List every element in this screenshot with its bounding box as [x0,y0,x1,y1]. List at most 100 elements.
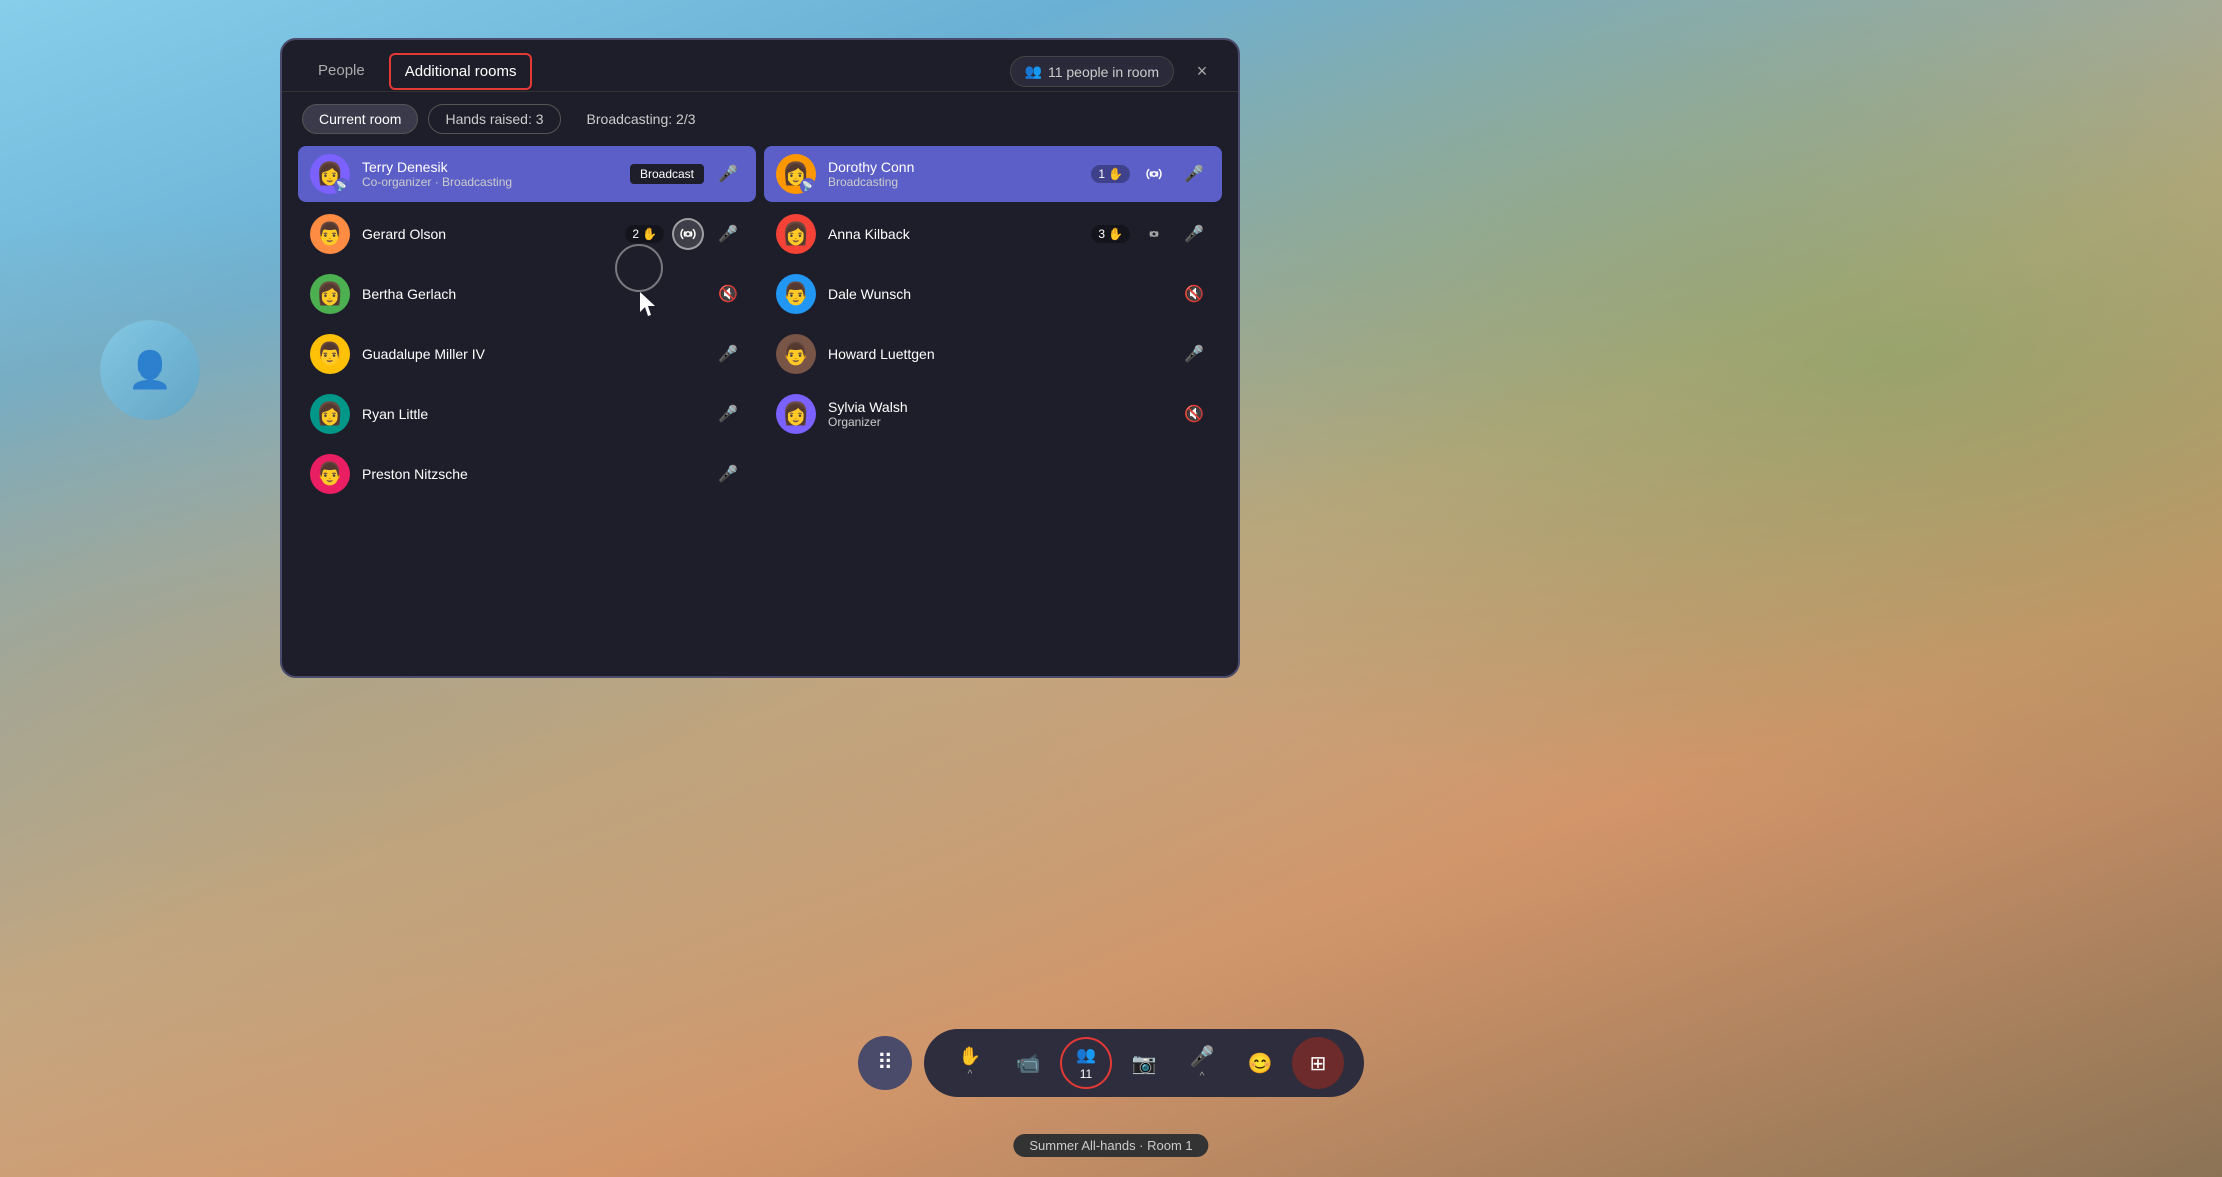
broadcast-signal-icon: 📡 [800,178,816,194]
person-actions: 🔇 [712,278,744,310]
mic-button[interactable]: 🎤 [712,458,744,490]
person-name: Terry Denesik [362,159,618,175]
person-actions: 🔇 [1178,278,1210,310]
right-column: 👩 📡 Dorothy Conn Broadcasting 1 ✋ [764,146,1222,660]
mic-button[interactable]: 🎤 [1178,218,1210,250]
person-info: Bertha Gerlach [362,286,700,302]
avatar: 👩 [310,274,350,314]
person-name: Dorothy Conn [828,159,1079,175]
person-name: Ryan Little [362,406,700,422]
person-info: Anna Kilback [828,226,1079,242]
mic-button[interactable]: 🎤 [1178,338,1210,370]
mic-button[interactable]: 🎤 [712,158,744,190]
filter-broadcasting[interactable]: Broadcasting: 2/3 [571,105,712,133]
avatar: 👩 📡 [776,154,816,194]
hand-icon: ✋ [642,227,657,241]
list-item[interactable]: 👩 Sylvia Walsh Organizer 🔇 [764,386,1222,442]
header-right: 👥 11 people in room × [1010,56,1218,88]
people-button[interactable]: 👥 11 [1060,1037,1112,1089]
panel-header: People Additional rooms 👥 11 people in r… [282,40,1238,92]
list-item[interactable]: 👩 Ryan Little 🎤 [298,386,756,442]
layout-button[interactable]: ⊞ [1292,1037,1344,1089]
person-name: Howard Luettgen [828,346,1166,362]
avatar: 👩 [776,394,816,434]
mic-button[interactable]: 🎤 [712,398,744,430]
person-actions: 🎤 [1178,338,1210,370]
list-item[interactable]: 👩 Bertha Gerlach 🔇 [298,266,756,322]
content-share-button[interactable]: 📹 [1002,1037,1054,1089]
person-actions: 🎤 [712,398,744,430]
list-item[interactable]: 👨 Preston Nitzsche 🎤 [298,446,756,502]
mic-muted-button[interactable]: 🔇 [1178,398,1210,430]
avatar: 👨 [310,214,350,254]
hand-icon: ✋ [1108,227,1123,241]
avatar: 👨 [776,334,816,374]
avatar: 👨 [776,274,816,314]
person-name: Sylvia Walsh [828,399,1166,415]
mic-button[interactable]: 🎤 [712,338,744,370]
grid-button[interactable]: ⠿ [858,1036,912,1090]
filter-bar: Current room Hands raised: 3 Broadcastin… [282,92,1238,146]
avatar: 👨 [310,454,350,494]
person-actions: 1 ✋ 🎤 [1091,158,1210,190]
avatar: 👩 [776,214,816,254]
camera-button[interactable]: 📷 [1118,1037,1170,1089]
hand-icon: ✋ [1108,167,1123,181]
raise-hand-button[interactable]: ✋ ^ [944,1037,996,1089]
person-role: Organizer [828,415,1166,429]
mic-muted-button[interactable]: 🔇 [712,278,744,310]
list-item[interactable]: 👩 📡 Terry Denesik Co-organizer · Broadca… [298,146,756,202]
person-info: Ryan Little [362,406,700,422]
people-icon: 👥 [1025,63,1042,80]
broadcast-toggle-button[interactable] [672,218,704,250]
bottom-bar: ⠿ ✋ ^ 📹 👥 11 📷 🎤 ^ 😊 [858,1029,1364,1097]
tab-additional-rooms[interactable]: Additional rooms [389,53,533,90]
person-info: Dale Wunsch [828,286,1166,302]
list-item[interactable]: 👩 Anna Kilback 3 ✋ [764,206,1222,262]
list-item[interactable]: 👨 Guadalupe Miller IV 🎤 [298,326,756,382]
person-actions: 2 ✋ 🎤 [625,218,744,250]
broadcast-badge: Broadcast [630,164,704,184]
list-item[interactable]: 👩 📡 Dorothy Conn Broadcasting 1 ✋ [764,146,1222,202]
hand-count-badge: 3 ✋ [1091,225,1130,243]
content-area: 👩 📡 Terry Denesik Co-organizer · Broadca… [282,146,1238,676]
avatar: 👨 [310,334,350,374]
person-name: Gerard Olson [362,226,613,242]
person-name: Bertha Gerlach [362,286,700,302]
bg-person-avatar: 👤 [100,320,200,420]
people-panel: People Additional rooms 👥 11 people in r… [280,38,1240,678]
mic-muted-button[interactable]: 🔇 [1178,278,1210,310]
person-actions: Broadcast 🎤 [630,158,744,190]
left-column: 👩 📡 Terry Denesik Co-organizer · Broadca… [298,146,756,660]
list-item[interactable]: 👨 Gerard Olson 2 ✋ [298,206,756,262]
person-info: Terry Denesik Co-organizer · Broadcastin… [362,159,618,189]
avatar: 👩 📡 [310,154,350,194]
hand-count: 1 [1098,167,1105,181]
tab-people[interactable]: People [302,52,381,91]
broadcast-icon-btn[interactable] [1138,218,1170,250]
broadcast-signal-icon: 📡 [334,178,350,194]
person-actions: 🎤 [712,338,744,370]
person-name: Anna Kilback [828,226,1079,242]
list-item[interactable]: 👨 Dale Wunsch 🔇 [764,266,1222,322]
person-actions: 🔇 [1178,398,1210,430]
person-name: Dale Wunsch [828,286,1166,302]
person-name: Guadalupe Miller IV [362,346,700,362]
person-role: Broadcasting [828,175,1079,189]
emoji-reaction-button[interactable]: 😊 [1234,1037,1286,1089]
filter-current-room[interactable]: Current room [302,104,418,134]
mic-button[interactable]: 🎤 [1178,158,1210,190]
list-item[interactable]: 👨 Howard Luettgen 🎤 [764,326,1222,382]
person-info: Guadalupe Miller IV [362,346,700,362]
people-count-label: 11 people in room [1048,64,1159,80]
mic-button[interactable]: 🎤 ^ [1176,1037,1228,1089]
mic-button[interactable]: 🎤 [712,218,744,250]
hand-count-badge: 2 ✋ [625,225,664,243]
broadcast-icon-btn[interactable] [1138,158,1170,190]
person-info: Sylvia Walsh Organizer [828,399,1166,429]
filter-hands-raised[interactable]: Hands raised: 3 [428,104,560,134]
close-button[interactable]: × [1186,56,1218,88]
avatar: 👩 [310,394,350,434]
hand-count-badge: 1 ✋ [1091,165,1130,183]
people-count-button[interactable]: 👥 11 people in room [1010,56,1174,87]
